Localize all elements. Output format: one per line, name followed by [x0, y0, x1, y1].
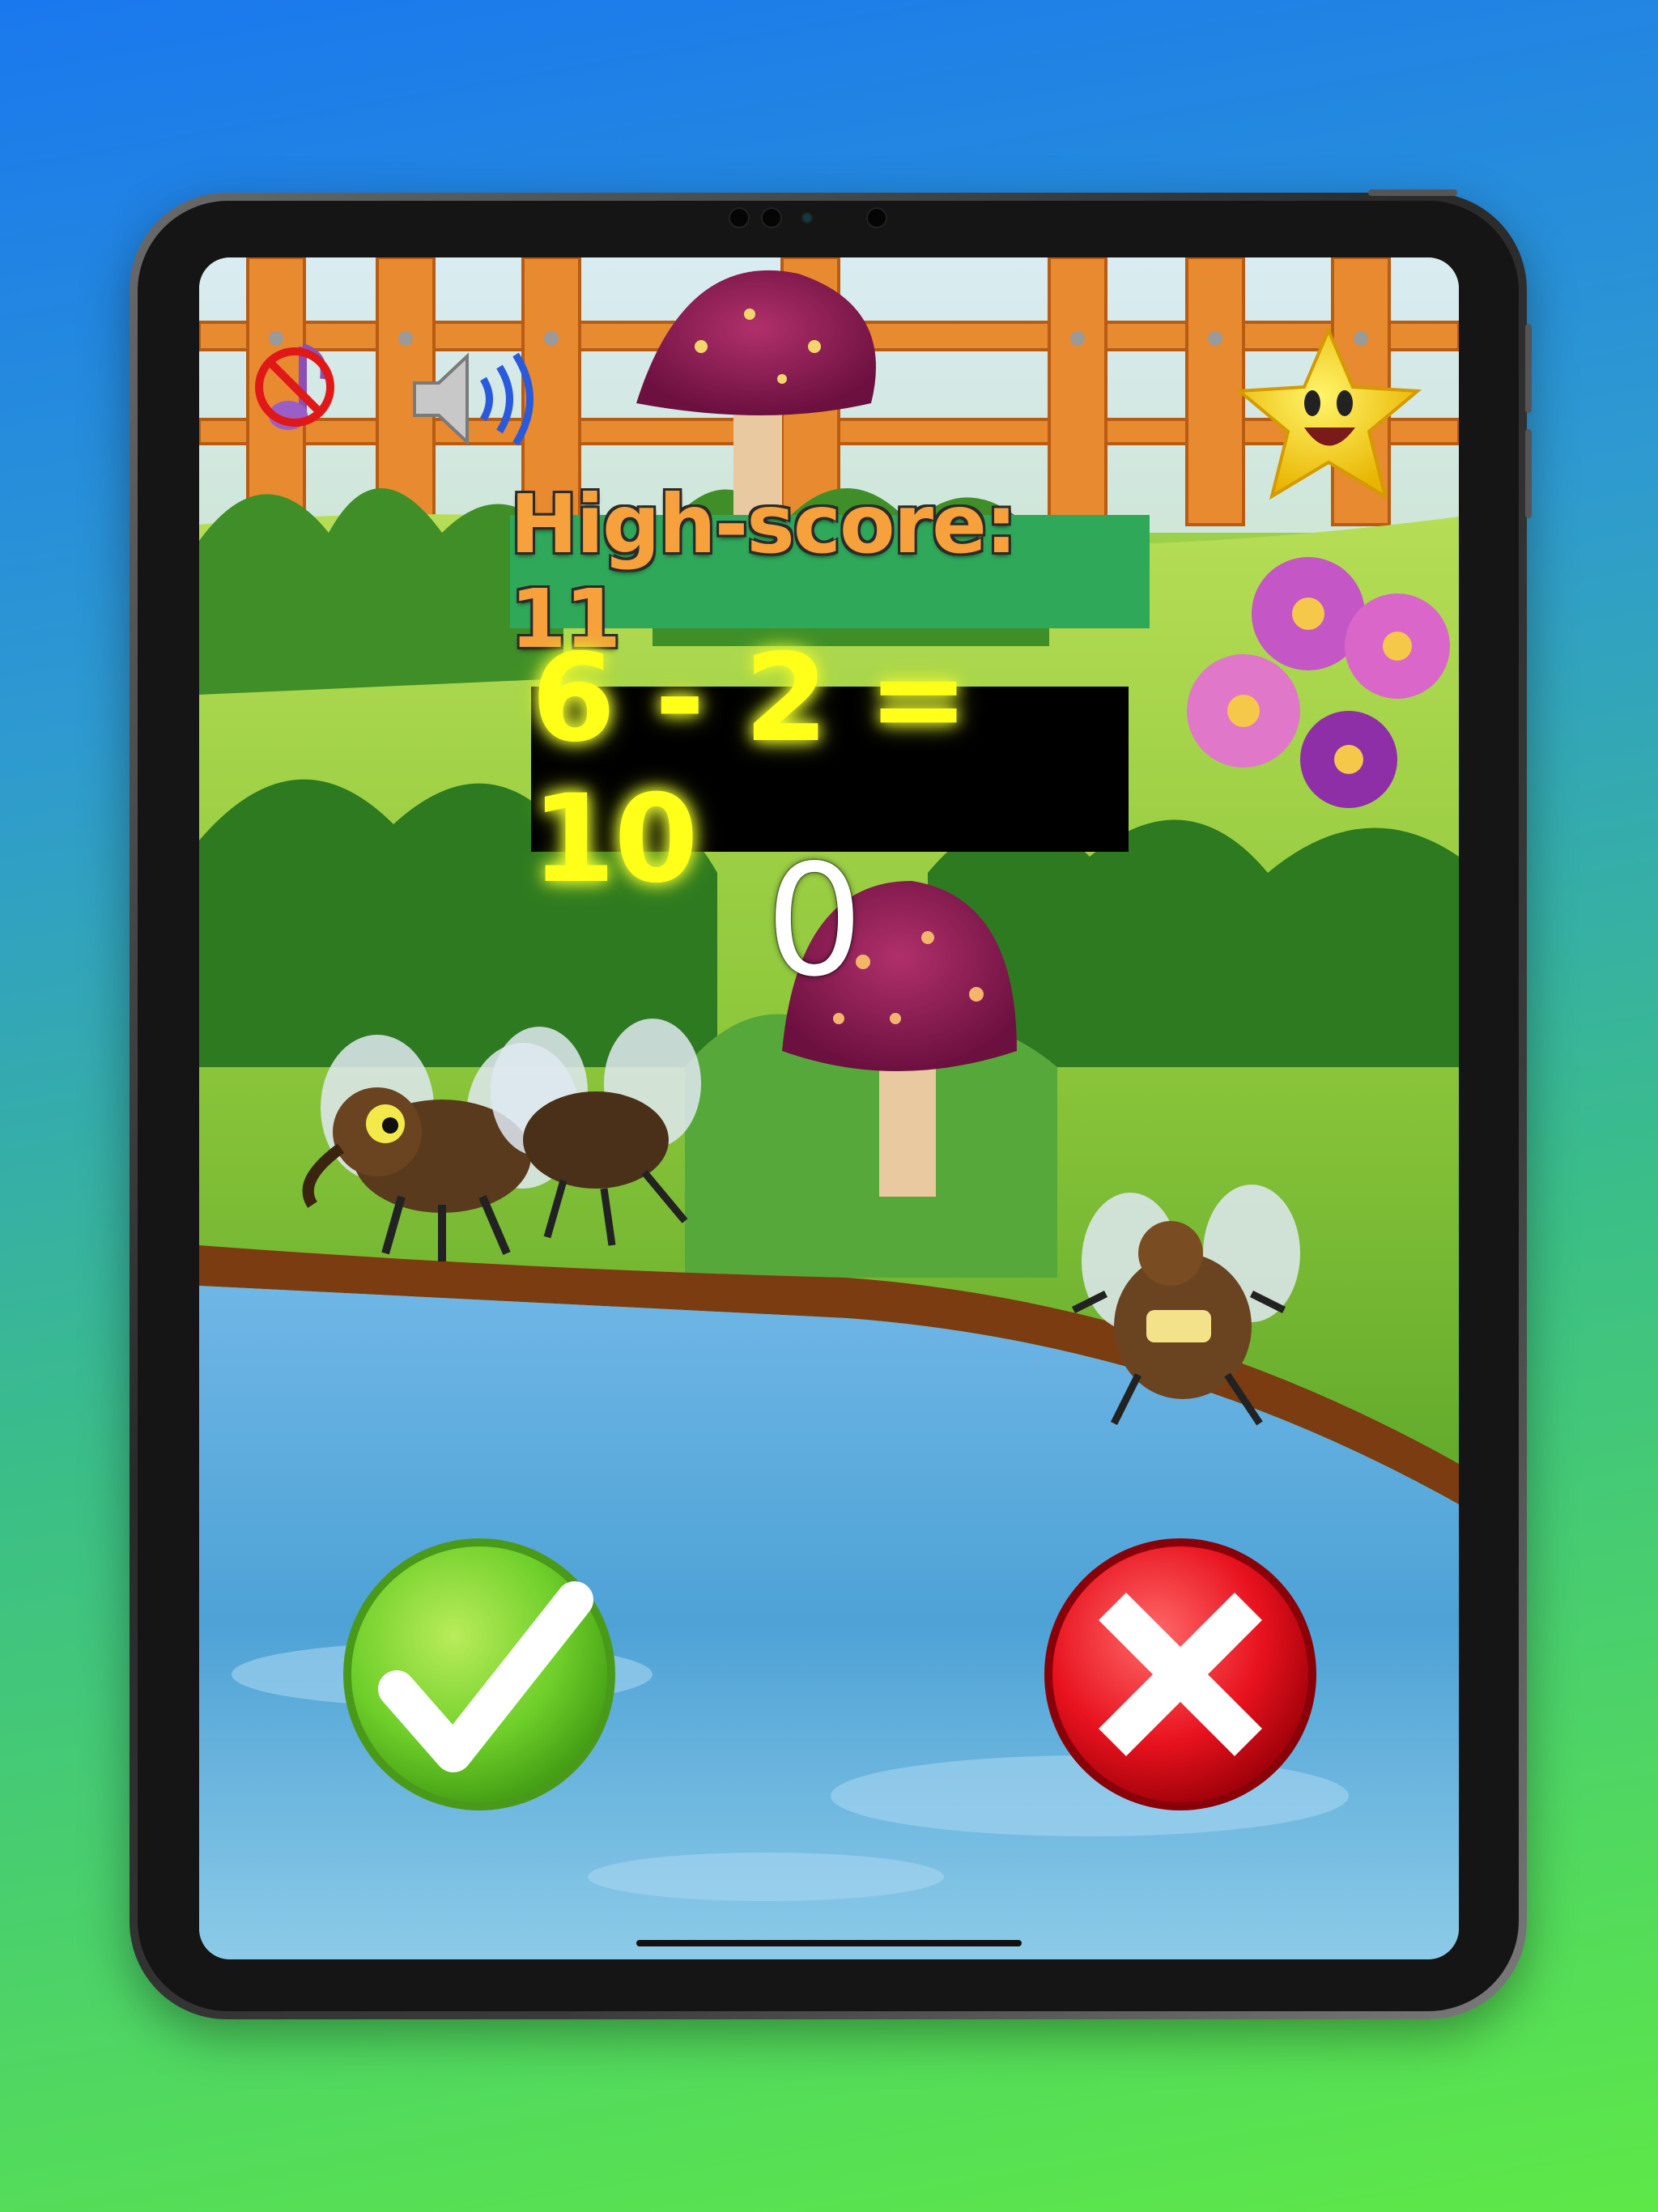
check-icon [343, 1538, 615, 1810]
speaker-on-icon[interactable] [406, 347, 544, 452]
tablet-volume-button [1525, 429, 1532, 518]
high-score-banner: High-score: 11 [510, 477, 1150, 666]
wrong-button[interactable] [1041, 1535, 1320, 1814]
camera-icon [729, 207, 750, 228]
music-off-icon[interactable] [246, 338, 343, 444]
star-mascot-icon [1235, 325, 1422, 504]
camera-bar [721, 204, 931, 228]
camera-icon [801, 212, 813, 223]
tablet-volume-button [1525, 324, 1532, 413]
current-score: 0 [765, 832, 864, 1010]
equation-panel: 6 - 2 = 10 [531, 628, 1129, 910]
cross-icon [1044, 1538, 1316, 1810]
correct-button[interactable] [340, 1535, 619, 1814]
game-screen[interactable]: High-score: 11 6 - 2 = 10 0 [199, 257, 1459, 1959]
camera-icon [761, 207, 782, 228]
home-indicator[interactable] [636, 1940, 1022, 1946]
tablet-top-button [1368, 189, 1457, 196]
camera-icon [866, 207, 887, 228]
